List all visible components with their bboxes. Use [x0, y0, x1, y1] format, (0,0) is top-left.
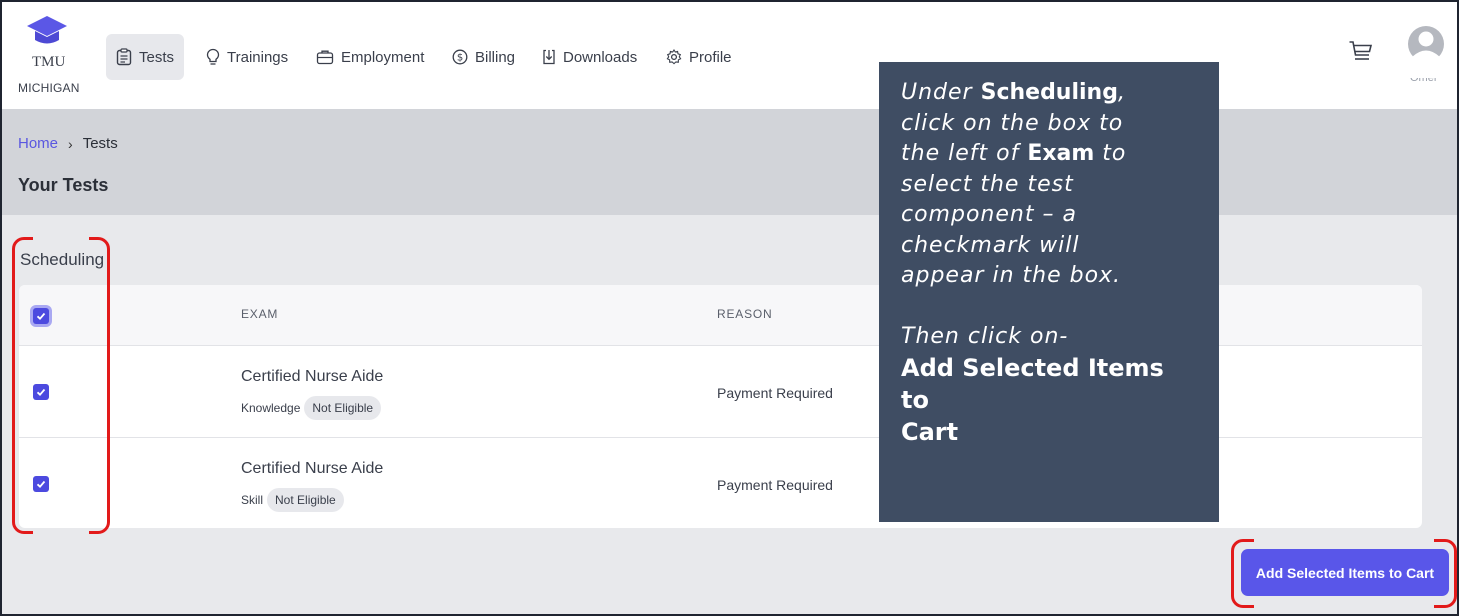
callout-line: Add Selected Items to: [901, 354, 1164, 414]
bracket-gap-bottom: [33, 529, 89, 535]
callout-text: ,: [1117, 80, 1126, 105]
username-redaction: [1378, 64, 1440, 78]
clipboard-icon: [116, 48, 132, 66]
column-header-exam: EXAM: [241, 307, 279, 321]
exam-name: Certified Nurse Aide: [241, 460, 384, 477]
cart-button[interactable]: [1348, 40, 1374, 69]
brand-subtitle: MICHIGAN: [18, 81, 80, 95]
exam-details: Skill Not Eligible: [241, 488, 344, 512]
annotation-highlight-checkboxes: [12, 236, 110, 535]
callout-line: checkmark will: [901, 232, 1080, 258]
callout-bold: Scheduling: [980, 80, 1118, 105]
callout-spacer: [901, 292, 1197, 322]
status-badge: Not Eligible: [267, 488, 344, 512]
page-title: Your Tests: [18, 175, 109, 195]
breadcrumb-home[interactable]: Home: [18, 135, 58, 152]
graduation-cap-icon: [27, 16, 67, 44]
page-header: Home › Tests Your Tests: [2, 109, 1457, 215]
column-header-reason: REASON: [717, 307, 773, 321]
cart-icon: [1349, 41, 1373, 60]
exam-details: Knowledge Not Eligible: [241, 396, 382, 420]
user-avatar-icon: [1408, 26, 1444, 63]
nav-profile-label: Profile: [689, 48, 732, 66]
nav-profile[interactable]: Profile: [656, 34, 742, 80]
brand-logo[interactable]: TMU MICHIGAN: [16, 14, 88, 102]
svg-text:$: $: [457, 53, 463, 64]
nav-downloads[interactable]: Downloads: [532, 34, 647, 80]
status-badge: Not Eligible: [304, 396, 382, 420]
add-selected-items-to-cart-button[interactable]: Add Selected Items to Cart: [1241, 549, 1449, 596]
top-navigation: TMU MICHIGAN Tests Trainings Employment …: [2, 2, 1457, 109]
reason-text: Payment Required: [717, 477, 833, 493]
callout-bold: Exam: [1027, 141, 1095, 166]
nav-tests-label: Tests: [139, 48, 175, 66]
bracket-gap-top: [33, 236, 89, 242]
gear-icon: [666, 49, 682, 65]
download-icon: [543, 49, 555, 65]
nav-employment-label: Employment: [341, 48, 425, 66]
nav-trainings[interactable]: Trainings: [196, 34, 298, 80]
user-avatar[interactable]: [1407, 24, 1445, 64]
callout-line: Then click on-: [901, 323, 1069, 349]
briefcase-icon: [316, 50, 334, 65]
exam-component: Skill: [241, 493, 264, 507]
chevron-right-icon: ›: [68, 135, 73, 152]
callout-line: the left of Exam to: [901, 139, 1197, 170]
bracket-gap-bottom: [1254, 603, 1434, 609]
reason-text: Payment Required: [717, 385, 833, 401]
callout-line: Under Scheduling,: [901, 78, 1197, 109]
callout-line: component – a: [901, 202, 1077, 227]
brand-name: TMU: [32, 54, 66, 70]
exam-component: Knowledge: [241, 401, 301, 415]
exam-name: Certified Nurse Aide: [241, 368, 384, 385]
app-window: TMU MICHIGAN Tests Trainings Employment …: [0, 0, 1459, 616]
nav-billing[interactable]: $ Billing: [442, 34, 525, 80]
breadcrumb-current: Tests: [82, 135, 118, 152]
callout-line: Cart: [901, 418, 959, 446]
nav-tests[interactable]: Tests: [106, 34, 185, 80]
dollar-icon: $: [452, 49, 468, 65]
nav-downloads-label: Downloads: [563, 48, 638, 66]
bracket-gap-top: [1254, 538, 1434, 544]
callout-line: appear in the box.: [901, 263, 1122, 288]
instruction-callout: Under Scheduling, click on the box to th…: [879, 62, 1219, 522]
nav-employment[interactable]: Employment: [306, 34, 434, 80]
nav-trainings-label: Trainings: [227, 48, 289, 66]
breadcrumb: Home › Tests: [18, 135, 118, 152]
callout-text: Under: [901, 80, 981, 105]
callout-line: select the test: [901, 171, 1074, 197]
nav-billing-label: Billing: [475, 48, 516, 66]
callout-text: the left of: [901, 141, 1028, 166]
callout-text: to: [1094, 141, 1127, 166]
callout-line: click on the box to: [901, 110, 1124, 136]
lightbulb-icon: [206, 48, 220, 65]
